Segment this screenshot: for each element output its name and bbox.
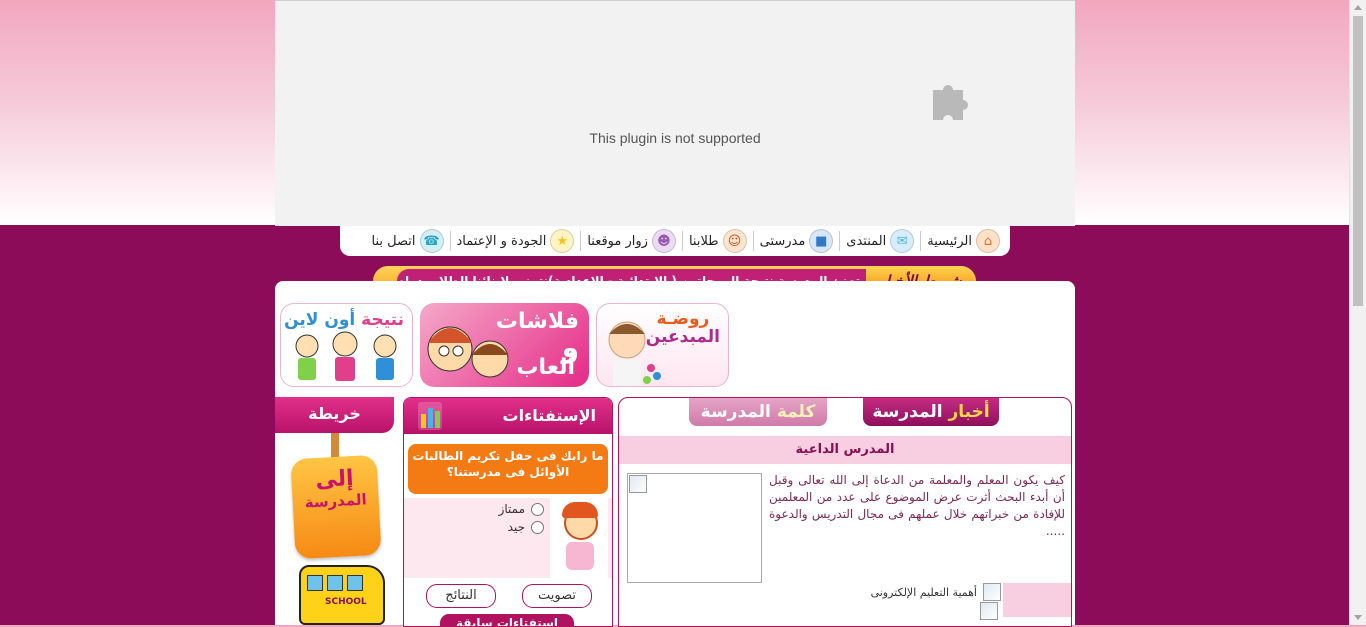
main-content: نتيجة أون لاين فلاشات و ألعاب روضـة المبد… xyxy=(275,281,1075,627)
child-painting-illustration xyxy=(608,321,661,386)
bus-label: SCHOOL xyxy=(325,597,367,607)
directions-title: خريطة الوصول xyxy=(275,397,394,457)
bus-window xyxy=(347,575,363,591)
nav-item-home[interactable]: ⌂ الرئيسية xyxy=(923,228,1004,254)
nav-item-my-school[interactable]: ■ مدرستى xyxy=(756,228,838,254)
results-button[interactable]: النتائج xyxy=(426,584,496,608)
poll-title: الإستفتاءات xyxy=(502,406,596,425)
bar-chart-icon xyxy=(418,402,442,430)
school-icon: ■ xyxy=(809,229,834,253)
banner-text: ألعاب xyxy=(516,355,575,380)
tab-school-word[interactable]: كلمة المدرسة xyxy=(689,398,827,426)
nav-divider xyxy=(580,231,582,251)
broken-image-icon xyxy=(980,602,998,620)
nav-item-quality[interactable]: ★ الجودة و الإعتماد xyxy=(453,228,579,254)
plugin-message: This plugin is not supported xyxy=(589,130,761,146)
nav-item-students[interactable]: ☺ طلابنا xyxy=(685,228,751,254)
nav-divider xyxy=(920,231,922,251)
poll-option-good[interactable]: جيد xyxy=(508,520,544,534)
related-thumbnail-area xyxy=(1003,583,1071,617)
scroll-down-arrow-icon[interactable] xyxy=(1354,615,1362,620)
school-news-box: أخبار المدرسة كلمة المدرسة المدرس الداعي… xyxy=(618,397,1072,627)
visitors-icon: ☻ xyxy=(651,229,676,253)
detective-kids-illustration xyxy=(427,326,509,378)
nav-divider xyxy=(752,231,754,251)
nav-item-visitors[interactable]: ☻ زوار موقعنا xyxy=(583,228,680,254)
poll-option-excellent[interactable]: ممتاز xyxy=(499,502,544,516)
plugin-placeholder: This plugin is not supported xyxy=(275,0,1075,226)
scroll-up-arrow-icon[interactable] xyxy=(1354,5,1362,10)
bus-window xyxy=(327,575,343,591)
news-image[interactable] xyxy=(627,473,762,583)
sign-text: المدرسة xyxy=(304,490,368,512)
online-result-banner[interactable]: نتيجة أون لاين xyxy=(280,303,413,387)
nav-item-contact[interactable]: ☎ اتصل بنا xyxy=(368,228,448,254)
star-icon: ★ xyxy=(550,229,575,253)
chat-bubbles-icon: ✉ xyxy=(890,229,915,253)
sign-pole xyxy=(331,433,339,459)
news-body: كيف يكون المعلم والمعلمة من الدعاة إلى ا… xyxy=(769,473,1065,538)
contact-icon: ☎ xyxy=(419,229,444,253)
radio-button[interactable] xyxy=(531,502,544,516)
broken-image-icon xyxy=(983,583,1001,601)
kids-illustration xyxy=(295,331,397,381)
page-scrollbar[interactable] xyxy=(1349,0,1366,625)
banner-text: نتيجة xyxy=(361,310,404,330)
nav-item-forum[interactable]: ✉ المنتدى xyxy=(842,228,918,254)
to-school-sign[interactable]: إلى المدرسة xyxy=(290,454,382,560)
kindergarten-banner[interactable]: روضـة المبدعين xyxy=(596,303,729,387)
poll-header: الإستفتاءات xyxy=(404,398,612,434)
banner-text: أون لاين xyxy=(284,310,356,330)
poll-box: الإستفتاءات ما رابك فى حفل تكريم الطالبا… xyxy=(403,397,613,627)
thinking-kid-illustration xyxy=(550,498,608,578)
main-navigation: ⌂ الرئيسية ✉ المنتدى ■ مدرستى ☺ طلابنا ☻… xyxy=(340,226,1010,256)
puzzle-piece-icon xyxy=(933,85,968,120)
flash-games-banner[interactable]: فلاشات و ألعاب xyxy=(420,303,589,387)
tab-school-news[interactable]: أخبار المدرسة xyxy=(863,398,999,426)
vote-button[interactable]: تصويت xyxy=(522,584,592,608)
nav-divider xyxy=(449,231,451,251)
student-icon: ☺ xyxy=(722,229,747,253)
bus-window xyxy=(307,575,323,591)
broken-image-icon xyxy=(629,475,647,493)
news-headline[interactable]: المدرس الداعية xyxy=(619,436,1071,464)
radio-button[interactable] xyxy=(531,520,544,534)
related-news-link[interactable]: أهمية التعليم الإلكترونى xyxy=(871,583,1001,601)
nav-divider xyxy=(681,231,683,251)
house-icon: ⌂ xyxy=(976,229,1000,253)
nav-divider xyxy=(839,231,841,251)
poll-question: ما رابك فى حفل تكريم الطالبات الأوائل فى… xyxy=(408,444,608,494)
previous-polls-link[interactable]: استفتاءات سابقة xyxy=(440,614,574,626)
directions-box: خريطة الوصول إلى المدرسة SCHOOL xyxy=(275,397,394,625)
scroll-thumb[interactable] xyxy=(1353,16,1363,306)
school-bus-illustration: SCHOOL xyxy=(299,565,385,625)
